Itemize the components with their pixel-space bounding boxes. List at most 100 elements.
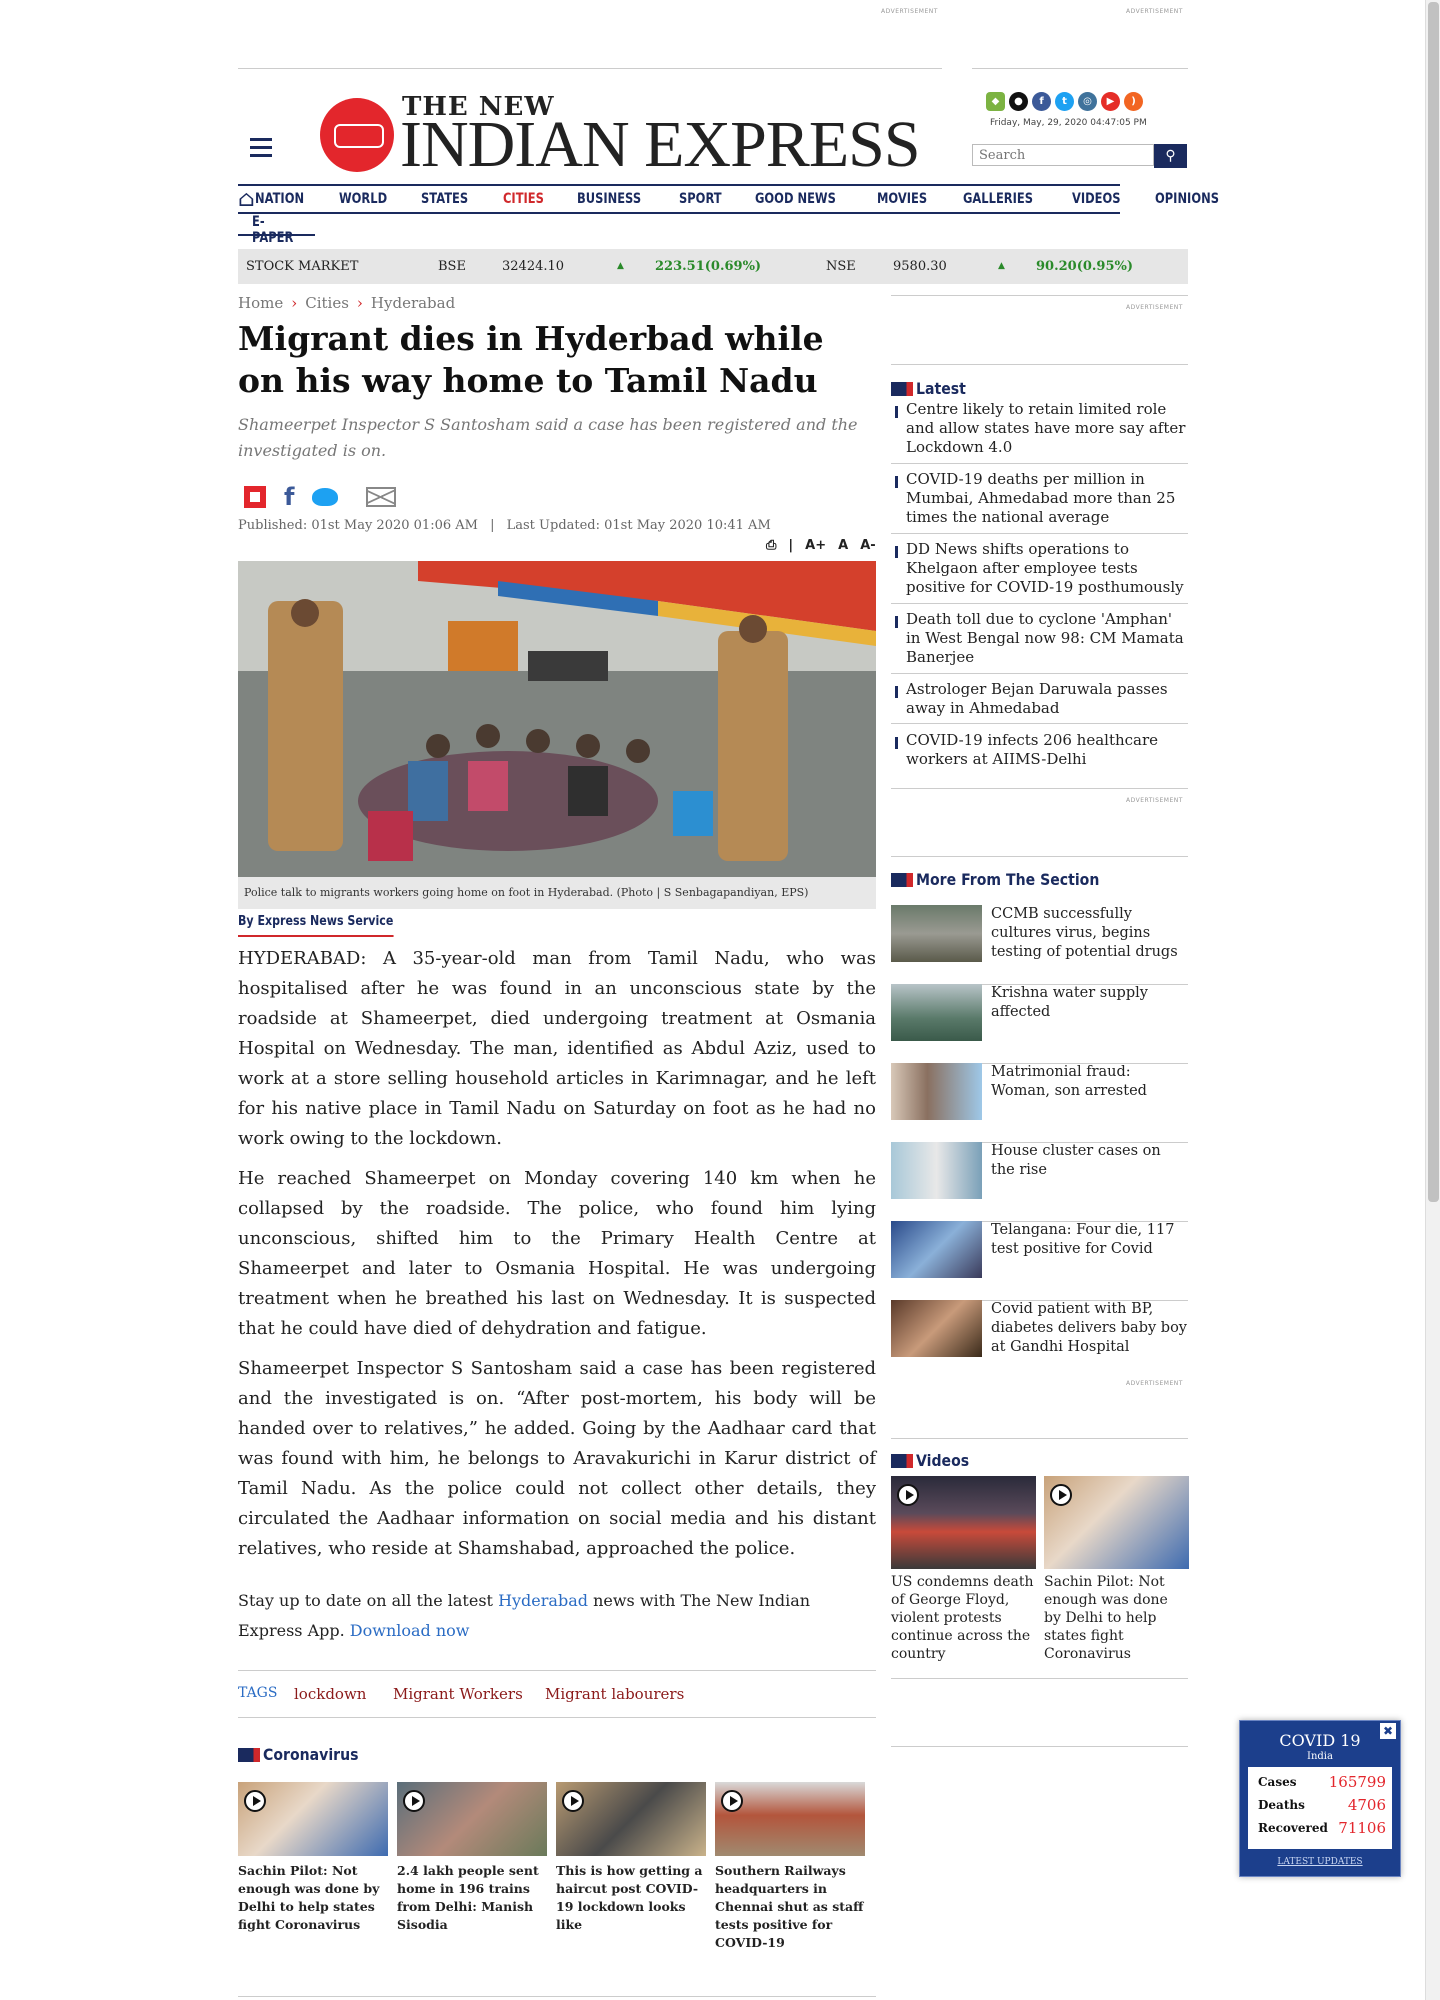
story-card[interactable]: This is how getting a haircut post COVID… (556, 1782, 706, 1934)
youtube-icon[interactable]: ▶ (1101, 92, 1120, 111)
more-title: House cluster cases on the rise (991, 1143, 1161, 1178)
video-card[interactable]: US condemns death of George Floyd, viole… (891, 1476, 1036, 1663)
tags-label: TAGS (238, 1685, 278, 1701)
more-item[interactable]: Telangana: Four die, 117 test positive f… (891, 1221, 1188, 1301)
breadcrumb-hyderabad[interactable]: Hyderabad (371, 294, 455, 312)
latest-item[interactable]: Astrologer Bejan Daruwala passes away in… (891, 680, 1188, 724)
covid-region: India (1307, 1751, 1333, 1762)
latest-heading[interactable]: Latest (891, 379, 973, 398)
city-link[interactable]: Hyderabad (498, 1591, 588, 1610)
more-thumbnail (891, 1300, 982, 1357)
article-byline[interactable]: By Express News Service (238, 914, 394, 937)
ad-label: ADVERTISEMENT (881, 8, 938, 15)
covid-title: COVID 19 (1279, 1731, 1361, 1750)
twitter-icon[interactable]: t (1055, 92, 1074, 111)
nav-item-videos[interactable]: VIDEOS (1072, 191, 1121, 207)
flipboard-icon[interactable] (244, 486, 266, 508)
video-card[interactable]: Sachin Pilot: Not enough was done by Del… (1044, 1476, 1189, 1663)
twitter-icon[interactable] (312, 488, 339, 506)
story-card[interactable]: Southern Railways headquarters in Chenna… (715, 1782, 865, 1952)
home-icon[interactable]: ⌂ (238, 186, 255, 212)
latest-item[interactable]: COVID-19 infects 206 healthcare workers … (891, 731, 1188, 775)
font-decrease-button[interactable]: A- (860, 538, 875, 553)
apple-icon[interactable]: ● (1009, 92, 1028, 111)
download-link[interactable]: Download now (350, 1621, 470, 1640)
tag-link[interactable]: Migrant labourers (545, 1685, 684, 1703)
font-increase-button[interactable]: A+ (805, 538, 826, 553)
updated-date: Last Updated: 01st May 2020 10:41 AM (506, 518, 771, 533)
search-button[interactable]: ⚲ (1154, 144, 1187, 168)
font-reset-button[interactable]: A (838, 538, 848, 553)
print-icon[interactable]: ⎙ (766, 538, 776, 553)
tag-link[interactable]: lockdown (294, 1685, 366, 1703)
more-heading[interactable]: More From The Section (891, 870, 1124, 889)
more-item[interactable]: CCMB successfully cultures virus, begins… (891, 905, 1188, 985)
logo-text-main: INDIAN EXPRESS (400, 108, 921, 181)
page-scrollbar[interactable] (1425, 0, 1440, 2000)
divider (891, 788, 1188, 789)
divider (891, 1438, 1188, 1439)
more-item[interactable]: Matrimonial fraud: Woman, son arrested (891, 1063, 1188, 1143)
more-item[interactable]: Covid patient with BP, diabetes delivers… (891, 1300, 1188, 1379)
nav-item-nation[interactable]: NATION (255, 191, 304, 207)
breadcrumb-cities[interactable]: Cities (305, 294, 349, 312)
article-paragraph: Shameerpet Inspector S Santosham said a … (238, 1358, 876, 1559)
latest-item[interactable]: DD News shifts operations to Khelgaon af… (891, 540, 1188, 604)
menu-icon[interactable] (250, 138, 272, 162)
more-item[interactable]: Krishna water supply affected (891, 984, 1188, 1064)
covid-row-cases: Cases 165799 (1258, 1773, 1386, 1791)
nse-value: 9580.30 (893, 259, 947, 274)
story-card[interactable]: Sachin Pilot: Not enough was done by Del… (238, 1782, 388, 1934)
divider (238, 68, 942, 69)
scrollbar-thumb[interactable] (1428, 2, 1439, 1202)
play-icon (897, 1484, 919, 1506)
rss-icon[interactable]: ) (1124, 92, 1143, 111)
more-thumbnail (891, 1142, 982, 1199)
nav-item-good-news[interactable]: GOOD NEWS (755, 191, 836, 207)
facebook-icon[interactable]: f (284, 483, 294, 511)
logo-emblem (320, 98, 394, 172)
video-title: US condemns death of George Floyd, viole… (891, 1574, 1034, 1662)
section-heading[interactable]: Coronavirus (238, 1745, 372, 1764)
latest-item[interactable]: Centre likely to retain limited role and… (891, 400, 1188, 464)
photo-caption: Police talk to migrants workers going ho… (238, 877, 876, 909)
ad-label: ADVERTISEMENT (1126, 304, 1183, 311)
nav-item-opinions[interactable]: OPINIONS (1155, 191, 1219, 207)
nav-item-states[interactable]: STATES (421, 191, 468, 207)
latest-item[interactable]: Death toll due to cyclone 'Amphan' in We… (891, 610, 1188, 674)
close-icon[interactable]: ✖ (1380, 1723, 1396, 1739)
video-title: Sachin Pilot: Not enough was done by Del… (1044, 1574, 1168, 1662)
covid-row-deaths: Deaths 4706 (1258, 1796, 1386, 1814)
nav-item-galleries[interactable]: GALLERIES (963, 191, 1033, 207)
story-card[interactable]: 2.4 lakh people sent home in 196 trains … (397, 1782, 547, 1934)
instagram-icon[interactable]: ◎ (1078, 92, 1097, 111)
latest-item[interactable]: COVID-19 deaths per million in Mumbai, A… (891, 470, 1188, 534)
more-item[interactable]: House cluster cases on the rise (891, 1142, 1188, 1222)
nav-item-sport[interactable]: SPORT (679, 191, 722, 207)
article-tools: ⎙ | A+ A A- (766, 538, 876, 553)
flag-icon (891, 381, 913, 396)
story-thumbnail (238, 1782, 388, 1856)
email-icon[interactable] (366, 487, 397, 507)
nav-item-e-paper[interactable]: E-PAPER (238, 212, 315, 246)
android-icon[interactable]: ◆ (986, 92, 1005, 111)
facebook-icon[interactable]: f (1032, 92, 1051, 111)
site-logo[interactable]: THE NEW INDIAN EXPRESS (320, 92, 930, 178)
more-thumbnail (891, 1221, 982, 1278)
stock-ticker: STOCK MARKET BSE 32424.10 ▲ 223.51(0.69%… (238, 249, 1188, 284)
videos-heading[interactable]: Videos (891, 1451, 976, 1470)
divider (891, 1746, 1188, 1747)
nav-item-world[interactable]: WORLD (339, 191, 387, 207)
breadcrumb-home[interactable]: Home (238, 294, 283, 312)
search-input[interactable] (972, 144, 1154, 166)
covid-stats: Cases 165799 Deaths 4706 Recovered 71106 (1248, 1767, 1392, 1849)
latest-updates-link[interactable]: LATEST UPDATES (1240, 1857, 1400, 1867)
nav-item-business[interactable]: BUSINESS (577, 191, 641, 207)
play-icon (403, 1790, 425, 1812)
tags-bar: TAGS lockdown Migrant Workers Migrant la… (238, 1670, 876, 1718)
nav-item-movies[interactable]: MOVIES (877, 191, 927, 207)
divider (891, 856, 1188, 857)
nav-item-cities[interactable]: CITIES (503, 191, 544, 207)
tag-link[interactable]: Migrant Workers (393, 1685, 523, 1703)
bse-change: 223.51(0.69%) (655, 259, 762, 274)
